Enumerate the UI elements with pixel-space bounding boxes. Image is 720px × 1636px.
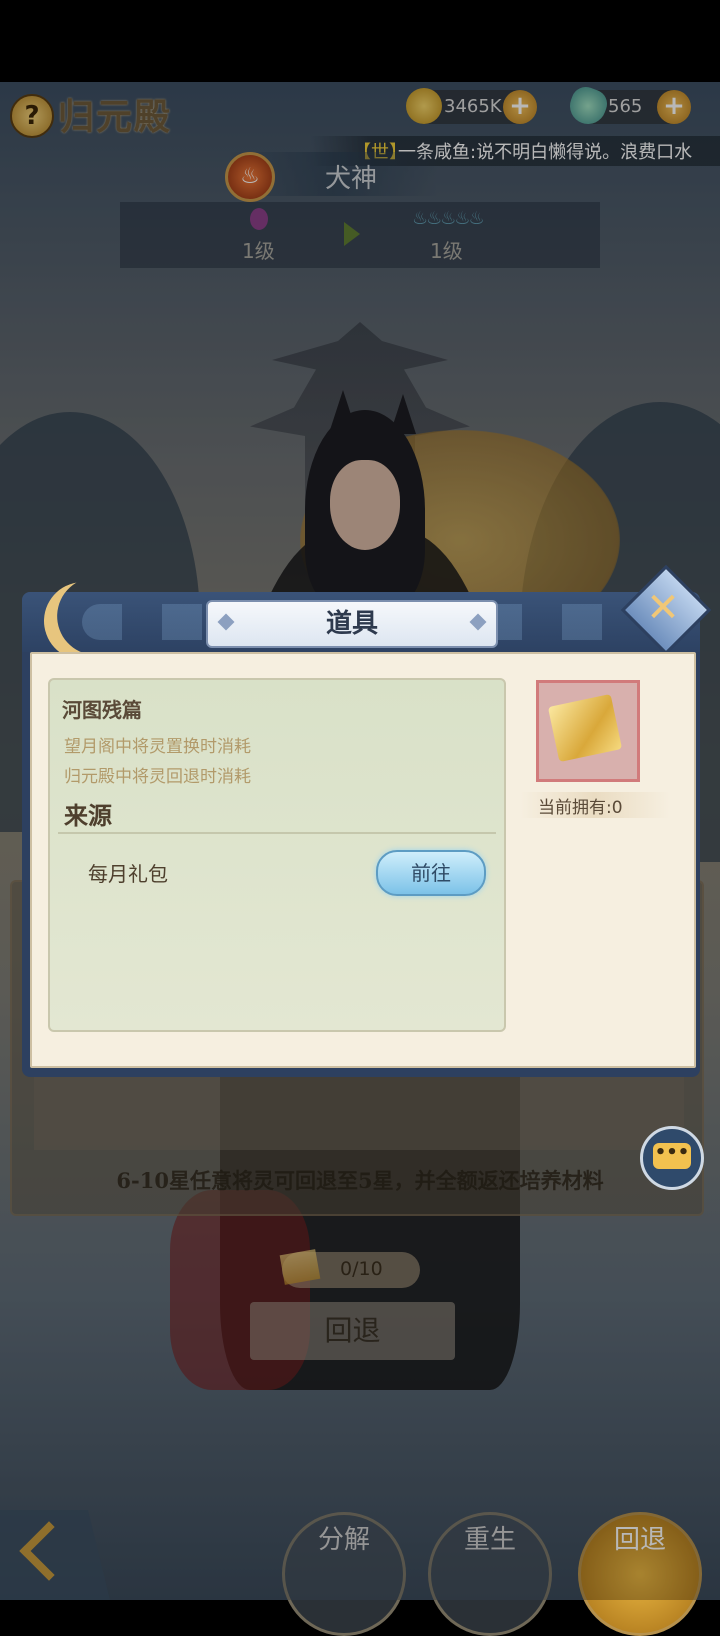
- item-description-line1: 望月阁中将灵置换时消耗: [64, 737, 251, 757]
- dialog-title-plate: 道具: [206, 600, 498, 648]
- close-icon[interactable]: ✕: [643, 588, 683, 628]
- source-monthly-pack: 每月礼包: [88, 862, 168, 886]
- chat-button[interactable]: •••: [640, 1126, 704, 1190]
- go-button[interactable]: 前往: [376, 850, 486, 896]
- source-heading: 来源: [64, 802, 112, 830]
- item-description-line2: 归元殿中将灵回退时消耗: [64, 767, 251, 787]
- item-name: 河图残篇: [62, 698, 142, 722]
- divider: [58, 832, 496, 834]
- owned-count: 当前拥有:0: [538, 798, 623, 818]
- chat-icon: •••: [653, 1143, 691, 1169]
- dialog-title: 道具: [325, 609, 378, 639]
- status-bar: [0, 0, 720, 82]
